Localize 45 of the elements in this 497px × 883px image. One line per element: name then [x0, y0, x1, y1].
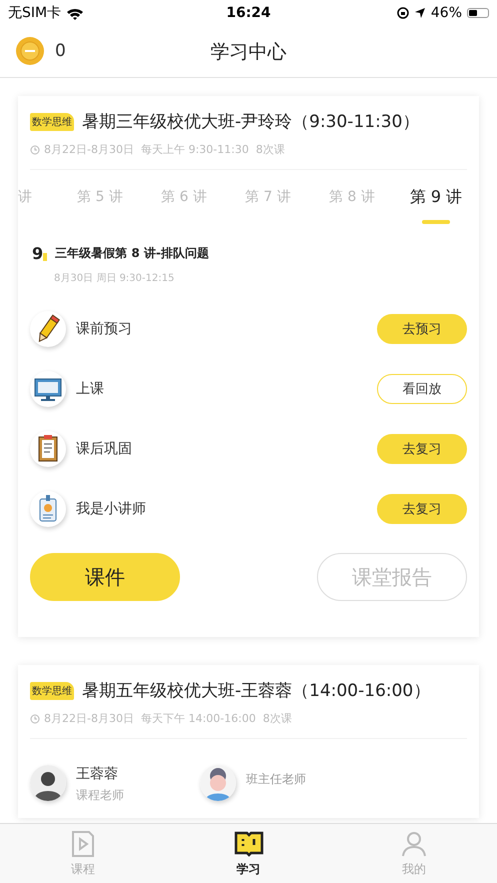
- task-button[interactable]: 看回放: [377, 374, 467, 404]
- book-icon: [234, 829, 264, 859]
- course-schedule: 8月22日-8月30日 每天下午 14:00-16:00 8次课: [44, 711, 292, 726]
- lesson-tab[interactable]: 第 6 讲: [142, 178, 226, 206]
- nav-tab[interactable]: 我的: [331, 824, 497, 883]
- lesson-title: 三年级暑假第 8 讲-排队问题: [55, 245, 209, 262]
- battery-percent: 46%: [430, 5, 462, 21]
- page-title: 学习中心: [210, 40, 286, 64]
- rotation-lock-icon: [396, 7, 409, 19]
- clock-text: 16:24: [226, 5, 271, 21]
- coin-icon: [15, 36, 45, 66]
- teacher-name: 王蓉蓉: [76, 765, 119, 783]
- lesson-time: 8月30日 周日 9:30-12:15: [54, 272, 176, 285]
- nav-tab[interactable]: 课程: [0, 824, 166, 883]
- courseware-button[interactable]: 课件: [30, 553, 180, 601]
- task-button[interactable]: 去预习: [377, 314, 467, 344]
- lesson-tab[interactable]: 第 5 讲: [58, 178, 142, 206]
- battery-icon: [467, 8, 490, 18]
- location-icon: [414, 7, 426, 19]
- lesson-tab[interactable]: 讲: [18, 178, 58, 206]
- teacher-role: 课程老师: [76, 787, 124, 804]
- task-label: 课后巩固: [76, 440, 133, 458]
- nav-tab[interactable]: 学习: [166, 824, 332, 883]
- coin-count: 0: [55, 41, 66, 61]
- clock-icon: [30, 714, 40, 724]
- task-button[interactable]: 去复习: [377, 434, 467, 464]
- subject-tag: 数学思维: [30, 112, 74, 130]
- lesson-tab[interactable]: 第 8 讲: [310, 178, 394, 206]
- lesson-number: 9: [32, 244, 48, 263]
- lesson-tab[interactable]: 第 7 讲: [226, 178, 310, 206]
- task-button[interactable]: 去复习: [377, 494, 467, 524]
- course-title: 暑期三年级校优大班-尹玲玲（9:30-11:30）: [82, 111, 420, 133]
- clock-icon: [30, 144, 40, 154]
- task-label: 我是小讲师: [76, 500, 147, 518]
- task-label: 上课: [76, 380, 105, 398]
- avatar-icon: [200, 765, 236, 801]
- teacher-name: 班主任老师: [246, 771, 306, 788]
- course-schedule: 8月22日-8月30日 每天上午 9:30-11:30 8次课: [44, 142, 285, 157]
- avatar-icon: [30, 765, 66, 801]
- lesson-tab[interactable]: 第 9 讲: [394, 178, 478, 224]
- wifi-icon: [66, 6, 84, 20]
- carrier-text: 无SIM卡: [8, 4, 62, 22]
- course-title: 暑期五年级校优大班-王蓉蓉（14:00-16:00）: [82, 680, 430, 702]
- task-label: 课前预习: [76, 320, 133, 338]
- subject-tag: 数学思维: [30, 682, 74, 700]
